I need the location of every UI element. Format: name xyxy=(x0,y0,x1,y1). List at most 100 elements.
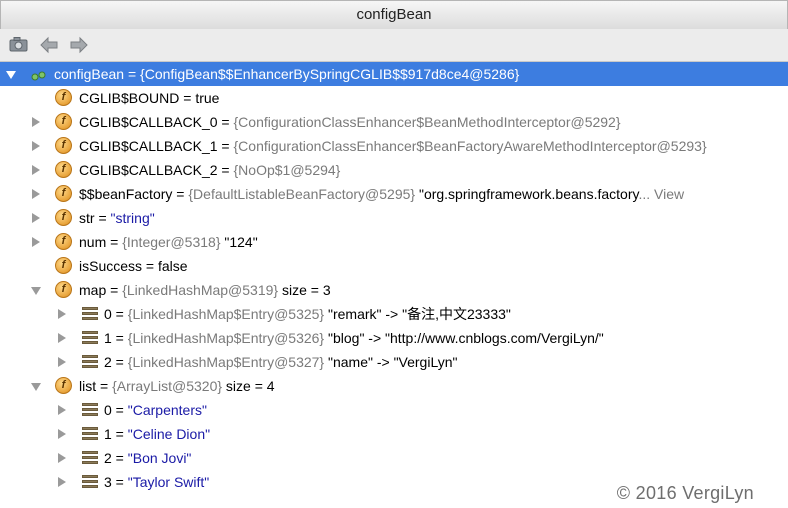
entry-list-icon xyxy=(82,331,98,346)
expand-arrow-icon[interactable] xyxy=(58,453,66,463)
equals-sign: = xyxy=(172,186,189,202)
field-icon: f xyxy=(55,161,72,178)
entry-ref: {LinkedHashMap$Entry@5326} xyxy=(127,330,325,346)
equals-sign: = xyxy=(217,138,234,154)
expand-arrow-icon[interactable] xyxy=(58,357,66,367)
tree-row-field[interactable]: f $$beanFactory = {DefaultListableBeanFa… xyxy=(0,182,788,206)
field-ref: {NoOp$1@5294} xyxy=(233,162,341,178)
tree-row-list-entry[interactable]: 1 = "Celine Dion" xyxy=(0,422,788,446)
entry-value: "Carpenters" xyxy=(127,402,207,418)
entry-text: 2 = "Bon Jovi" xyxy=(104,446,191,470)
field-name: list xyxy=(79,378,97,394)
equals-sign: = xyxy=(142,258,158,274)
field-text: map = {LinkedHashMap@5319} size = 3 xyxy=(79,278,331,302)
tree-row-configBean[interactable]: configBean = {ConfigBean$$EnhancerBySpri… xyxy=(0,62,788,86)
tree-row-list-entry[interactable]: 2 = "Bon Jovi" xyxy=(0,446,788,470)
entry-list-icon xyxy=(82,475,98,490)
entry-text: 0 = {LinkedHashMap$Entry@5325} "remark" … xyxy=(104,302,511,326)
field-text: str = "string" xyxy=(79,206,155,230)
expand-arrow-icon[interactable] xyxy=(58,333,66,343)
tree-row-field[interactable]: f num = {Integer@5318} "124" xyxy=(0,230,788,254)
equals-sign: = xyxy=(111,306,128,322)
expand-arrow-icon[interactable] xyxy=(32,141,40,151)
entry-index: 2 xyxy=(104,450,112,466)
object-field-icon xyxy=(30,66,48,83)
tree-row-field[interactable]: f str = "string" xyxy=(0,206,788,230)
field-text: CGLIB$BOUND = true xyxy=(79,86,219,110)
entry-index: 0 xyxy=(104,402,112,418)
expand-arrow-icon[interactable] xyxy=(32,189,40,199)
expand-arrow-icon[interactable] xyxy=(58,429,66,439)
field-icon: f xyxy=(55,281,72,298)
back-arrow-icon[interactable] xyxy=(38,34,60,56)
field-value: size = 3 xyxy=(278,282,331,298)
expand-arrow-icon[interactable] xyxy=(58,309,66,319)
debugger-toolbar xyxy=(0,29,788,62)
entry-value: "Bon Jovi" xyxy=(127,450,192,466)
field-ref: {ConfigurationClassEnhancer$BeanFactoryA… xyxy=(233,138,707,154)
field-text: $$beanFactory = {DefaultListableBeanFact… xyxy=(79,182,684,206)
watermark: © 2016 VergiLyn xyxy=(616,483,754,503)
entry-index: 1 xyxy=(104,330,112,346)
field-name: CGLIB$CALLBACK_2 xyxy=(79,162,218,178)
tree-row-field[interactable]: f isSuccess = false xyxy=(0,254,788,278)
expand-arrow-icon[interactable] xyxy=(31,287,41,295)
field-icon: f xyxy=(55,233,72,250)
equals-sign: = xyxy=(111,402,128,418)
field-icon: f xyxy=(55,113,72,130)
expand-arrow-icon[interactable] xyxy=(58,405,66,415)
tree-row-field[interactable]: f CGLIB$BOUND = true xyxy=(0,86,788,110)
expand-arrow-icon[interactable] xyxy=(31,383,41,391)
equals-sign: = xyxy=(106,234,123,250)
forward-arrow-icon[interactable] xyxy=(68,34,90,56)
equals-sign: = xyxy=(94,210,111,226)
entry-value: "remark" -> "备注,中文23333" xyxy=(324,306,511,322)
field-text: CGLIB$CALLBACK_1 = {ConfigurationClassEn… xyxy=(79,134,707,158)
expand-arrow-icon[interactable] xyxy=(32,213,40,223)
camera-icon[interactable] xyxy=(8,34,30,56)
field-ref: {LinkedHashMap@5319} xyxy=(122,282,279,298)
field-icon: f xyxy=(55,257,72,274)
field-icon: f xyxy=(55,89,72,106)
tree-row-field[interactable]: f list = {ArrayList@5320} size = 4 xyxy=(0,374,788,398)
equals-sign: = xyxy=(111,474,128,490)
equals-sign: = xyxy=(111,330,128,346)
entry-list-icon xyxy=(82,403,98,418)
variable-name: configBean = {ConfigBean$$EnhancerBySpri… xyxy=(54,66,520,82)
equals-sign: = xyxy=(111,450,128,466)
field-text: CGLIB$CALLBACK_2 = {NoOp$1@5294} xyxy=(79,158,340,182)
tree-row-map-entry[interactable]: 1 = {LinkedHashMap$Entry@5326} "blog" ->… xyxy=(0,326,788,350)
tree-row-field[interactable]: f CGLIB$CALLBACK_2 = {NoOp$1@5294} xyxy=(0,158,788,182)
tree-row-field[interactable]: f CGLIB$CALLBACK_0 = {ConfigurationClass… xyxy=(0,110,788,134)
entry-index: 2 xyxy=(104,354,112,370)
field-name: $$beanFactory xyxy=(79,186,173,202)
expand-arrow-icon[interactable] xyxy=(32,165,40,175)
equals-sign: = xyxy=(106,282,123,298)
expand-arrow-icon[interactable] xyxy=(6,71,16,79)
tree-row-map-entry[interactable]: 0 = {LinkedHashMap$Entry@5325} "remark" … xyxy=(0,302,788,326)
expand-arrow-icon[interactable] xyxy=(32,117,40,127)
field-ref: {DefaultListableBeanFactory@5295} xyxy=(188,186,416,202)
view-more-link[interactable]: ... View xyxy=(638,186,684,202)
entry-index: 0 xyxy=(104,306,112,322)
expand-arrow-icon[interactable] xyxy=(58,477,66,487)
field-ref: {ConfigurationClassEnhancer$BeanMethodIn… xyxy=(233,114,621,130)
expand-arrow-icon[interactable] xyxy=(32,237,40,247)
field-name: isSuccess xyxy=(79,258,143,274)
field-ref: {ArrayList@5320} xyxy=(112,378,223,394)
field-ref: {Integer@5318} xyxy=(122,234,221,250)
entry-index: 3 xyxy=(104,474,112,490)
field-text: list = {ArrayList@5320} size = 4 xyxy=(79,374,275,398)
tree-row-map-entry[interactable]: 2 = {LinkedHashMap$Entry@5327} "name" ->… xyxy=(0,350,788,374)
equals-sign: = xyxy=(217,162,234,178)
entry-ref: {LinkedHashMap$Entry@5325} xyxy=(127,306,325,322)
tree-row-field[interactable]: f CGLIB$CALLBACK_1 = {ConfigurationClass… xyxy=(0,134,788,158)
entry-text: 3 = "Taylor Swift" xyxy=(104,470,209,494)
window-title: configBean xyxy=(356,6,432,23)
tree-row-field[interactable]: f map = {LinkedHashMap@5319} size = 3 xyxy=(0,278,788,302)
field-value: true xyxy=(195,90,220,106)
field-value: size = 4 xyxy=(222,378,275,394)
tree-row-list-entry[interactable]: 0 = "Carpenters" xyxy=(0,398,788,422)
field-value: "org.springframework.beans.factory xyxy=(415,186,639,202)
equals-sign: = xyxy=(111,354,128,370)
